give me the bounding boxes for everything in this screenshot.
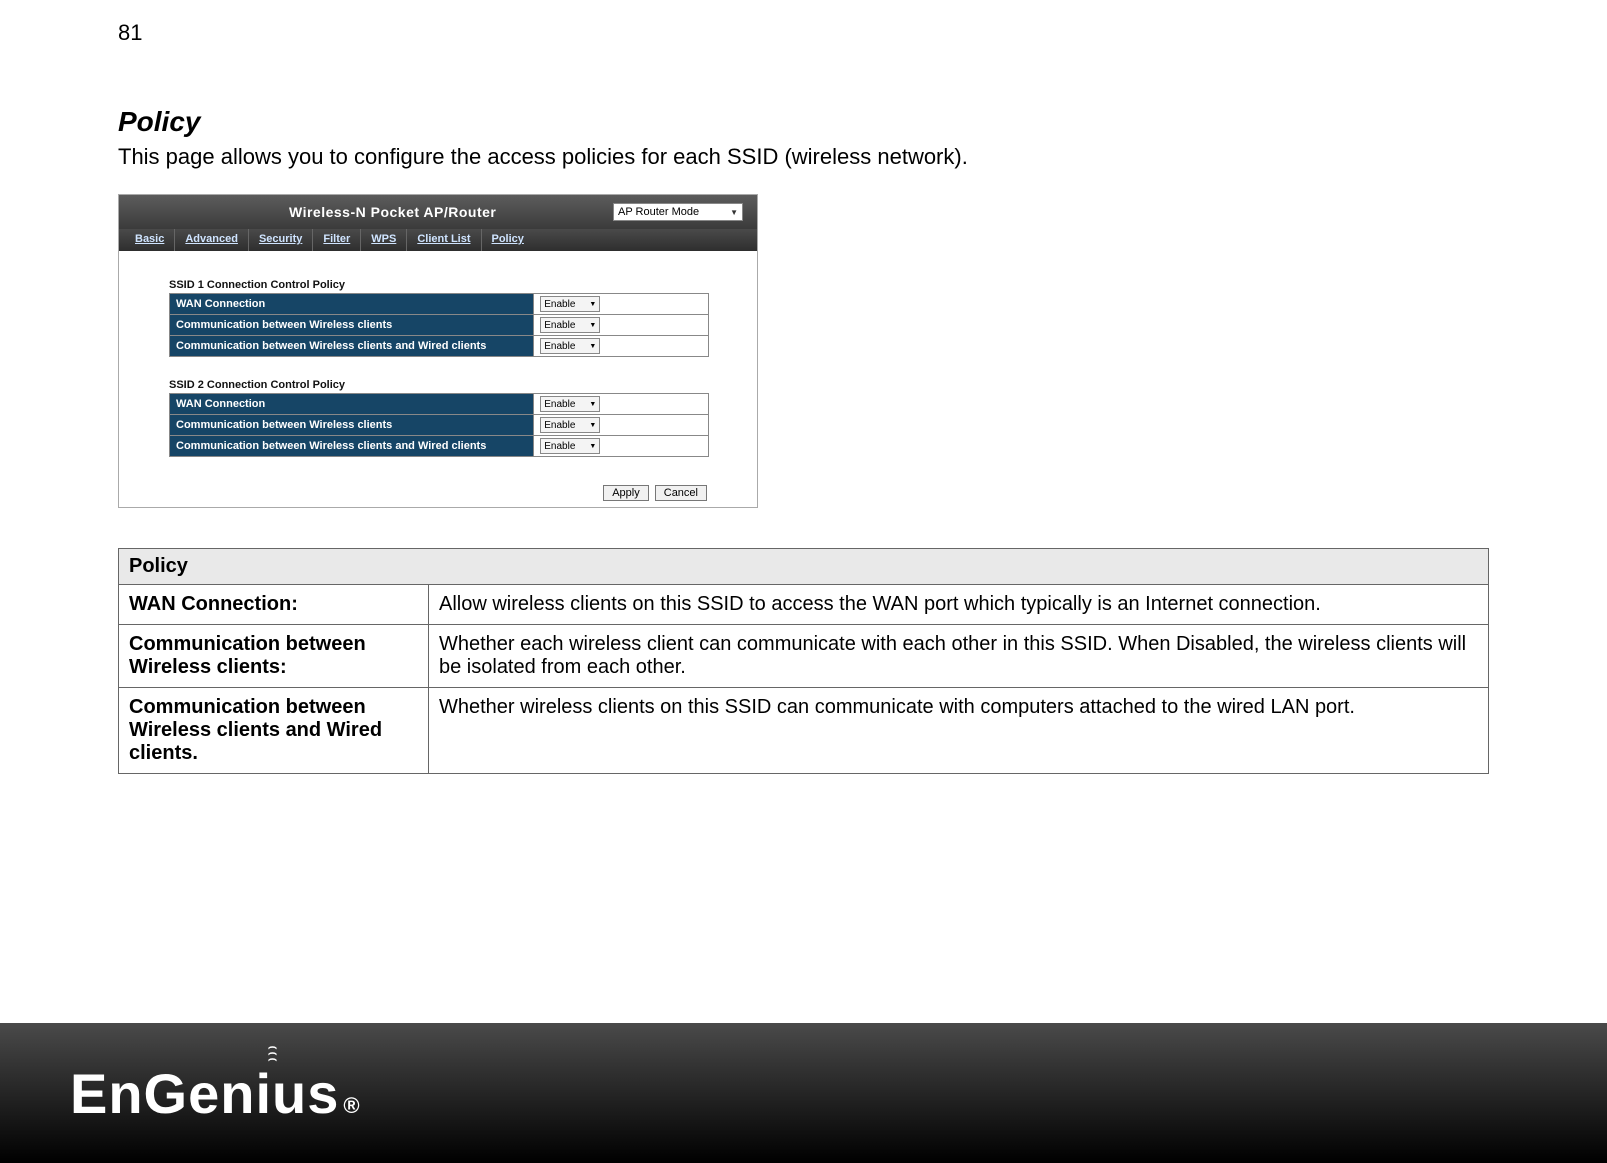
cancel-button[interactable]: Cancel xyxy=(655,485,707,501)
chevron-down-icon: ▼ xyxy=(589,343,596,350)
desc-key: WAN Connection: xyxy=(119,585,429,625)
desc-value: Allow wireless clients on this SSID to a… xyxy=(429,585,1489,625)
desc-value: Whether wireless clients on this SSID ca… xyxy=(429,688,1489,774)
page-number: 81 xyxy=(118,20,1489,46)
engenius-logo: EnGenius ® ⌢⌢⌢ xyxy=(70,1061,361,1126)
group-title-ssid2: SSID 2 Connection Control Policy xyxy=(169,379,757,391)
tab-basic[interactable]: Basic xyxy=(125,229,175,251)
chevron-down-icon: ▼ xyxy=(589,401,596,408)
button-row: Apply Cancel xyxy=(119,469,757,507)
select-value: Enable xyxy=(544,420,575,431)
table-row: WAN Connection Enable ▼ xyxy=(170,394,709,415)
row-label: Communication between Wireless clients xyxy=(170,415,534,436)
chevron-down-icon: ▼ xyxy=(589,443,596,450)
policy-screenshot: Wireless-N Pocket AP/Router AP Router Mo… xyxy=(118,194,758,508)
policy-description-table: Policy WAN Connection: Allow wireless cl… xyxy=(118,548,1489,774)
tab-client-list[interactable]: Client List xyxy=(407,229,481,251)
registered-icon: ® xyxy=(343,1093,360,1119)
tab-policy[interactable]: Policy xyxy=(482,229,534,251)
chevron-down-icon: ▼ xyxy=(589,301,596,308)
mode-select-value: AP Router Mode xyxy=(618,206,699,218)
group-title-ssid1: SSID 1 Connection Control Policy xyxy=(169,279,757,291)
tab-filter[interactable]: Filter xyxy=(313,229,361,251)
select-value: Enable xyxy=(544,399,575,410)
desc-key: Communication between Wireless clients a… xyxy=(119,688,429,774)
screenshot-header: Wireless-N Pocket AP/Router AP Router Mo… xyxy=(119,195,757,229)
row-label: Communication between Wireless clients xyxy=(170,315,534,336)
tab-wps[interactable]: WPS xyxy=(361,229,407,251)
ssid1-policy-table: WAN Connection Enable ▼ Communication be… xyxy=(169,293,709,357)
table-row: Communication between Wireless clients E… xyxy=(170,315,709,336)
wireless-comm-select[interactable]: Enable ▼ xyxy=(540,417,600,433)
page-footer: EnGenius ® ⌢⌢⌢ xyxy=(0,1023,1607,1163)
row-label: WAN Connection xyxy=(170,394,534,415)
select-value: Enable xyxy=(544,341,575,352)
wan-connection-select[interactable]: Enable ▼ xyxy=(540,396,600,412)
screenshot-body: SSID 1 Connection Control Policy WAN Con… xyxy=(119,251,757,469)
desc-key: Communication between Wireless clients: xyxy=(119,625,429,688)
wireless-comm-select[interactable]: Enable ▼ xyxy=(540,317,600,333)
table-row: WAN Connection: Allow wireless clients o… xyxy=(119,585,1489,625)
brand-text: EnGenius xyxy=(70,1061,339,1126)
chevron-down-icon: ▼ xyxy=(589,422,596,429)
wifi-icon: ⌢⌢⌢ xyxy=(258,1043,288,1061)
chevron-down-icon: ▼ xyxy=(589,322,596,329)
ssid2-policy-table: WAN Connection Enable ▼ Communication be… xyxy=(169,393,709,457)
select-value: Enable xyxy=(544,320,575,331)
table-row: Communication between Wireless clients a… xyxy=(170,336,709,357)
tab-advanced[interactable]: Advanced xyxy=(175,229,249,251)
row-label: Communication between Wireless clients a… xyxy=(170,336,534,357)
wan-connection-select[interactable]: Enable ▼ xyxy=(540,296,600,312)
table-row: Communication between Wireless clients: … xyxy=(119,625,1489,688)
wired-comm-select[interactable]: Enable ▼ xyxy=(540,438,600,454)
select-value: Enable xyxy=(544,441,575,452)
table-row: Communication between Wireless clients E… xyxy=(170,415,709,436)
apply-button[interactable]: Apply xyxy=(603,485,649,501)
device-title: Wireless-N Pocket AP/Router xyxy=(289,204,496,220)
desc-table-header: Policy xyxy=(119,549,1489,585)
section-description: This page allows you to configure the ac… xyxy=(118,144,1489,170)
row-label: Communication between Wireless clients a… xyxy=(170,436,534,457)
section-title: Policy xyxy=(118,106,1489,138)
table-row: Communication between Wireless clients a… xyxy=(170,436,709,457)
select-value: Enable xyxy=(544,299,575,310)
table-row: Communication between Wireless clients a… xyxy=(119,688,1489,774)
table-row: WAN Connection Enable ▼ xyxy=(170,294,709,315)
desc-value: Whether each wireless client can communi… xyxy=(429,625,1489,688)
tab-security[interactable]: Security xyxy=(249,229,313,251)
wired-comm-select[interactable]: Enable ▼ xyxy=(540,338,600,354)
chevron-down-icon: ▼ xyxy=(730,208,738,217)
row-label: WAN Connection xyxy=(170,294,534,315)
tab-bar: Basic Advanced Security Filter WPS Clien… xyxy=(119,229,757,251)
mode-select[interactable]: AP Router Mode ▼ xyxy=(613,203,743,221)
